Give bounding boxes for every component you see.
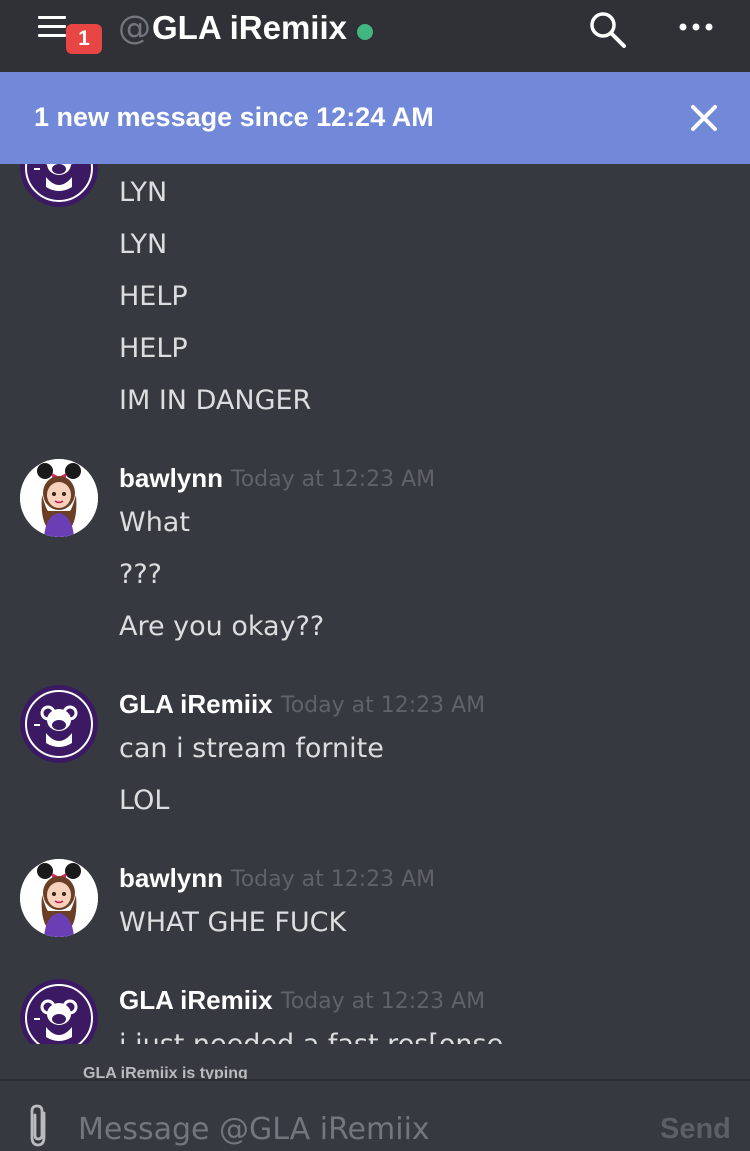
message-line: WHAT GHE FUCK (119, 907, 347, 938)
monkey-logo-icon (20, 979, 98, 1044)
channel-title[interactable]: GLA iRemiix (152, 8, 347, 48)
message-line: i just needed a fast res[onse (119, 1028, 503, 1044)
top-bar: 1 @ GLA iRemiix (0, 0, 750, 72)
typing-indicator: GLA iRemiix is typing (83, 1065, 248, 1080)
message-line: IM IN DANGER (119, 385, 312, 416)
notification-badge: 1 (66, 24, 102, 54)
message-author[interactable]: GLA iRemiix (119, 983, 273, 1017)
message-input[interactable] (78, 1109, 638, 1149)
new-message-text: 1 new message since 12:24 AM (34, 102, 434, 132)
message-line: can i stream fornite (119, 733, 384, 764)
message-timestamp: Today at 12:23 AM (281, 989, 486, 1014)
monkey-logo-icon (20, 164, 98, 207)
avatar-bawlynn[interactable] (20, 459, 98, 537)
message-timestamp: Today at 12:23 AM (231, 467, 436, 492)
message-line: Are you okay?? (119, 611, 325, 642)
message-line: LOL (119, 785, 170, 816)
message-list[interactable]: LYN LYN HELP HELP IM IN DANGER bawlynn T… (0, 164, 750, 1044)
message-line: HELP (119, 281, 188, 312)
message-timestamp: Today at 12:23 AM (281, 693, 486, 718)
girl-avatar-icon (20, 859, 98, 937)
girl-avatar-icon (20, 459, 98, 537)
message-line: LYN (119, 229, 168, 260)
new-message-banner[interactable]: 1 new message since 12:24 AM (0, 72, 750, 164)
send-button[interactable]: Send (660, 1111, 731, 1147)
avatar-gla-iremiix[interactable] (20, 979, 98, 1044)
online-status-icon (357, 24, 373, 40)
hamburger-icon[interactable] (38, 16, 68, 40)
message-author[interactable]: bawlynn (119, 461, 223, 495)
paperclip-icon[interactable] (24, 1103, 54, 1149)
monkey-logo-icon (20, 685, 98, 763)
at-symbol: @ (118, 8, 151, 47)
avatar-gla-iremiix[interactable] (20, 685, 98, 763)
message-line: LYN (119, 177, 168, 208)
search-icon[interactable] (588, 10, 628, 50)
avatar-bawlynn[interactable] (20, 859, 98, 937)
close-icon[interactable] (690, 104, 718, 132)
message-line: What (119, 507, 190, 538)
message-author[interactable]: GLA iRemiix (119, 687, 273, 721)
message-timestamp: Today at 12:23 AM (231, 867, 436, 892)
message-line: HELP (119, 333, 188, 364)
avatar-gla-iremiix[interactable] (20, 164, 98, 207)
more-icon[interactable] (678, 22, 714, 32)
message-author[interactable]: bawlynn (119, 861, 223, 895)
message-line: ??? (119, 559, 162, 590)
message-composer: Send (0, 1079, 750, 1151)
